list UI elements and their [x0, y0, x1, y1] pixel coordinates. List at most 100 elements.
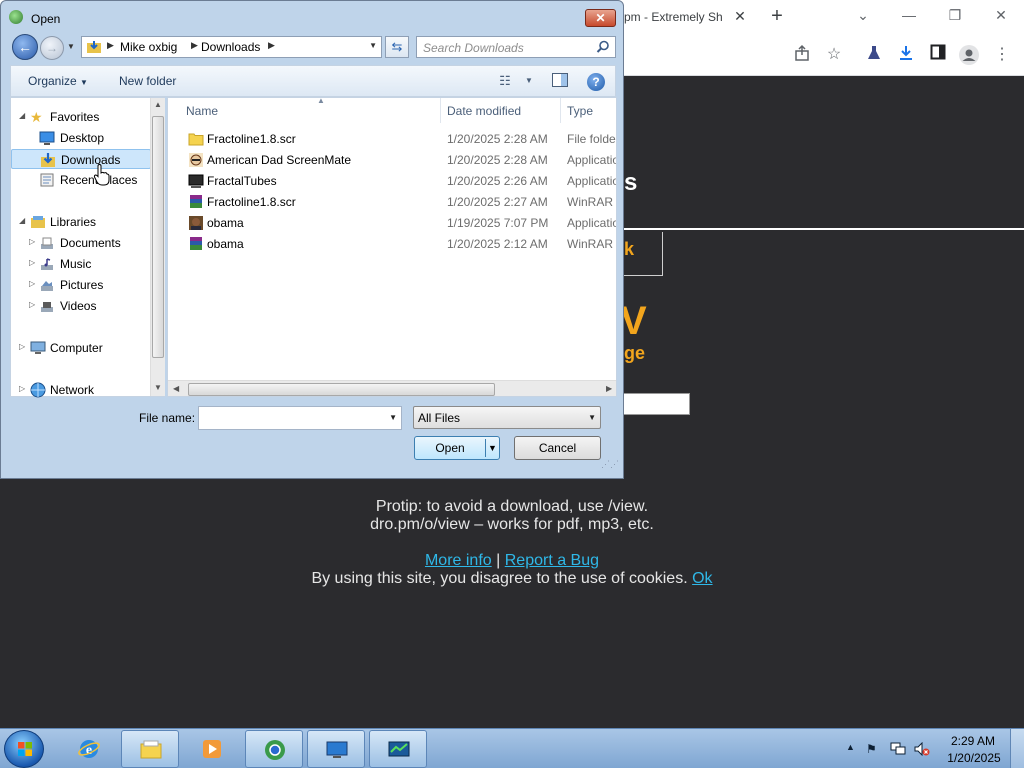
- more-info-link[interactable]: More info: [425, 552, 492, 569]
- tree-item-videos[interactable]: ▷ Videos: [11, 296, 151, 316]
- organize-button[interactable]: Organize ▼: [28, 74, 88, 88]
- open-button[interactable]: Open ▼: [414, 436, 500, 460]
- action-center-flag-icon[interactable]: ⚑: [866, 742, 877, 756]
- tree-item-documents[interactable]: ▷ Documents: [11, 233, 151, 253]
- view-options-chevron-icon[interactable]: ▼: [520, 76, 538, 92]
- file-name-field[interactable]: ▼: [198, 406, 402, 430]
- taskbar-browser[interactable]: [245, 730, 303, 768]
- taskbar-internet-explorer[interactable]: e: [60, 730, 118, 768]
- search-input[interactable]: [423, 40, 593, 56]
- tree-item-computer[interactable]: ▷ Computer: [11, 338, 151, 358]
- tree-item-network[interactable]: ▷ Network: [11, 380, 151, 400]
- star-icon[interactable]: ☆: [823, 44, 845, 66]
- side-panel-icon[interactable]: [927, 44, 949, 66]
- horizontal-scroll-thumb[interactable]: [188, 383, 495, 396]
- scroll-right-icon[interactable]: ▶: [606, 384, 612, 393]
- flask-icon[interactable]: [863, 44, 885, 66]
- taskbar-remote-desktop[interactable]: [307, 730, 365, 768]
- clock-time[interactable]: 2:29 AM: [948, 734, 998, 748]
- breadcrumb-downloads[interactable]: Downloads: [201, 40, 260, 54]
- file-name-input[interactable]: [202, 410, 382, 426]
- file-type-filter[interactable]: All Files ▼: [413, 406, 601, 429]
- new-tab-button[interactable]: +: [766, 4, 788, 28]
- address-bar[interactable]: ▶ Mike oxbig ▶ Downloads ▶ ▼: [81, 36, 382, 58]
- browser-close-button[interactable]: ✕: [988, 4, 1014, 26]
- file-row[interactable]: American Dad ScreenMate 1/20/2025 2:28 A…: [168, 149, 616, 170]
- change-view-icon[interactable]: ☷: [496, 73, 514, 89]
- page-button-fragment[interactable]: k: [624, 239, 634, 260]
- scroll-left-icon[interactable]: ◀: [173, 384, 179, 393]
- profile-icon[interactable]: [958, 44, 980, 66]
- search-box[interactable]: [416, 36, 616, 58]
- forward-button[interactable]: →: [40, 36, 64, 60]
- tab-close-icon[interactable]: ✕: [730, 6, 750, 26]
- tree-item-recent-places[interactable]: Recent Places: [11, 170, 151, 190]
- search-icon[interactable]: [596, 40, 610, 54]
- column-header-type[interactable]: Type: [561, 98, 616, 123]
- tab-search-chevron-icon[interactable]: ⌄: [850, 4, 876, 26]
- file-row[interactable]: obama 1/20/2025 2:12 AM WinRAR ZIP: [168, 233, 616, 254]
- show-desktop-button[interactable]: [1010, 729, 1024, 768]
- recent-locations-chevron-icon[interactable]: ▼: [67, 42, 75, 51]
- file-list-horizontal-scrollbar[interactable]: ◀ ▶: [168, 380, 616, 396]
- show-hidden-icons-icon[interactable]: ▲: [846, 742, 855, 752]
- download-icon[interactable]: [895, 44, 917, 66]
- new-folder-button[interactable]: New folder: [119, 74, 176, 88]
- resize-grip-icon[interactable]: ⋰⋰: [601, 460, 619, 475]
- tree-item-music[interactable]: ▷ Music: [11, 254, 151, 274]
- tree-collapsed-icon[interactable]: ▷: [29, 300, 35, 309]
- column-header-name[interactable]: Name ▲: [180, 98, 441, 123]
- minimize-button[interactable]: —: [896, 4, 922, 26]
- refresh-button[interactable]: ⇆: [385, 36, 409, 58]
- tree-item-libraries[interactable]: ◢ Libraries: [11, 212, 151, 232]
- open-options-chevron-icon[interactable]: ▼: [488, 437, 497, 459]
- scroll-down-icon[interactable]: ▼: [154, 383, 162, 392]
- menu-icon[interactable]: ⋮: [991, 44, 1013, 66]
- help-icon[interactable]: ?: [587, 73, 605, 91]
- file-row[interactable]: obama 1/19/2025 7:07 PM Application: [168, 212, 616, 233]
- tree-collapsed-icon[interactable]: ▷: [29, 258, 35, 267]
- restore-button[interactable]: ❐: [942, 4, 968, 26]
- taskbar-file-explorer[interactable]: [121, 730, 179, 768]
- dialog-title-bar[interactable]: Open ✕: [1, 1, 623, 31]
- file-row[interactable]: Fractoline1.8.scr 1/20/2025 2:27 AM WinR…: [168, 191, 616, 212]
- breadcrumb-arrow-icon[interactable]: ▶: [191, 40, 198, 51]
- tree-collapsed-icon[interactable]: ▷: [19, 384, 25, 393]
- back-button[interactable]: ←: [12, 34, 38, 60]
- breadcrumb-arrow-icon[interactable]: ▶: [107, 40, 114, 51]
- report-bug-link[interactable]: Report a Bug: [505, 552, 599, 569]
- network-tray-icon[interactable]: [890, 742, 906, 759]
- cancel-button[interactable]: Cancel: [514, 436, 601, 460]
- tree-item-downloads[interactable]: Downloads: [11, 149, 151, 169]
- taskbar-system-monitor[interactable]: [369, 730, 427, 768]
- clock-date[interactable]: 1/20/2025: [944, 751, 1004, 765]
- share-icon[interactable]: [791, 44, 813, 66]
- volume-muted-icon[interactable]: [914, 741, 930, 759]
- tree-expanded-icon[interactable]: ◢: [19, 216, 25, 225]
- page-upload-input[interactable]: [622, 393, 690, 415]
- dialog-close-button[interactable]: ✕: [585, 9, 616, 27]
- column-header-date[interactable]: Date modified: [441, 98, 561, 123]
- file-row[interactable]: FractalTubes 1/20/2025 2:26 AM Applicati…: [168, 170, 616, 191]
- tree-item-pictures[interactable]: ▷ Pictures: [11, 275, 151, 295]
- file-name-dropdown-icon[interactable]: ▼: [389, 413, 397, 422]
- navigation-scrollbar[interactable]: ▲ ▼: [150, 98, 165, 396]
- tree-item-desktop[interactable]: Desktop: [11, 128, 151, 148]
- tree-collapsed-icon[interactable]: ▷: [29, 237, 35, 246]
- preview-pane-icon[interactable]: [551, 73, 569, 89]
- tree-item-favorites[interactable]: ◢ ★ Favorites: [11, 107, 151, 127]
- tree-expanded-icon[interactable]: ◢: [19, 111, 25, 120]
- taskbar-media-player[interactable]: [183, 730, 241, 768]
- tree-collapsed-icon[interactable]: ▷: [29, 279, 35, 288]
- navigation-scroll-thumb[interactable]: [152, 116, 164, 358]
- start-button[interactable]: [4, 730, 44, 768]
- breadcrumb-arrow-icon[interactable]: ▶: [268, 40, 275, 51]
- breadcrumb-user[interactable]: Mike oxbig: [120, 40, 177, 54]
- chevron-down-icon[interactable]: ▼: [588, 413, 596, 422]
- cookie-ok-link[interactable]: Ok: [692, 570, 712, 587]
- address-dropdown-icon[interactable]: ▼: [369, 41, 377, 50]
- scroll-up-icon[interactable]: ▲: [154, 100, 162, 109]
- tree-collapsed-icon[interactable]: ▷: [19, 342, 25, 351]
- browser-tab-title[interactable]: pm - Extremely Sh: [624, 10, 724, 24]
- file-row[interactable]: Fractoline1.8.scr 1/20/2025 2:28 AM File…: [168, 128, 616, 149]
